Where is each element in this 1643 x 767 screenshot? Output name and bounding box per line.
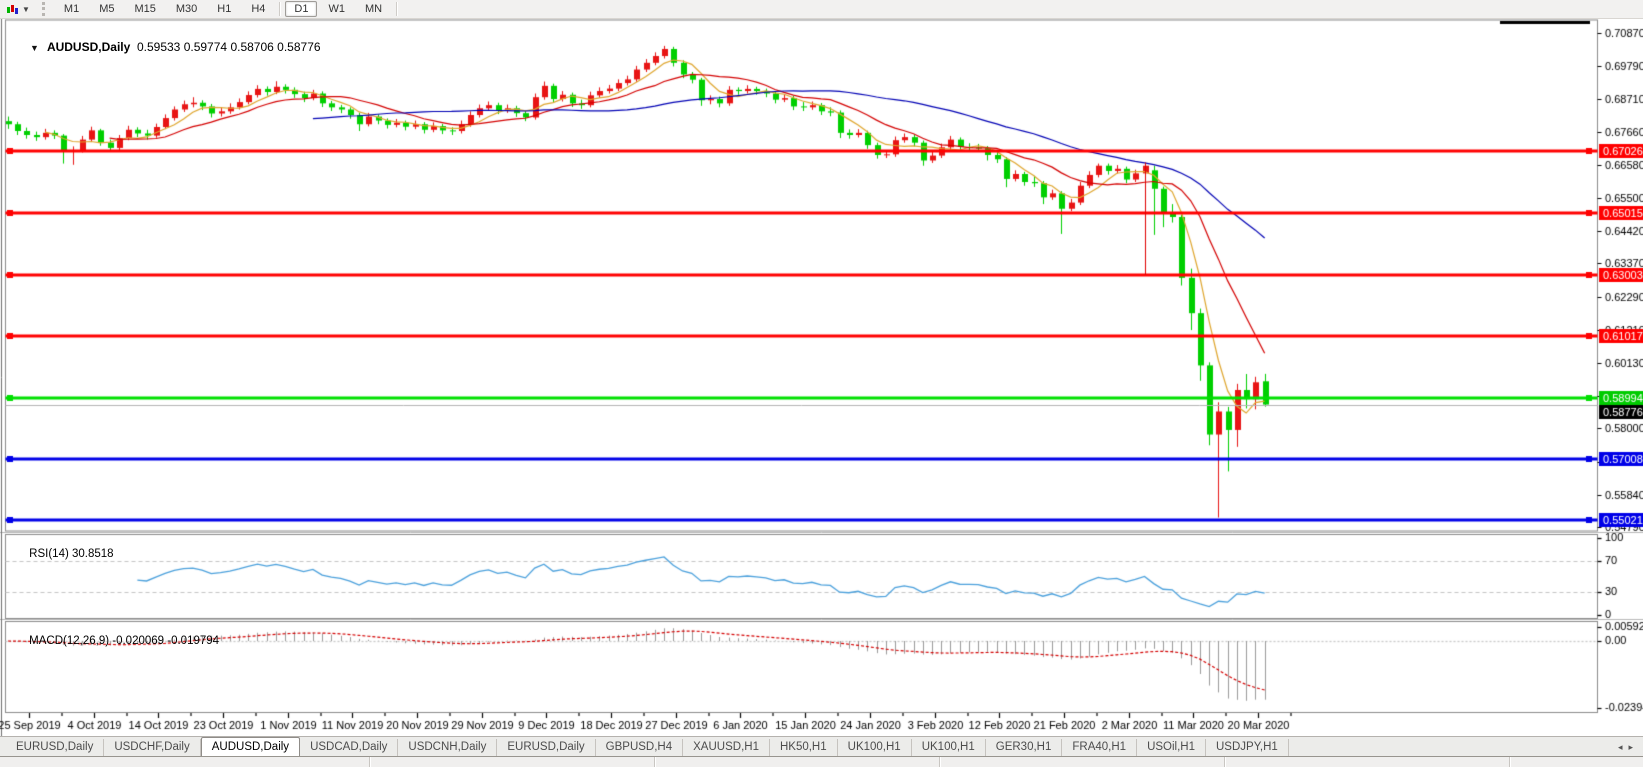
status-cell xyxy=(0,757,370,767)
tab-scroll-left-icon[interactable]: ◂ xyxy=(1618,742,1623,753)
chart-tab-uk100-h1[interactable]: UK100,H1 xyxy=(912,739,986,756)
chart-tab-bar: EURUSD,DailyUSDCHF,DailyAUDUSD,DailyUSDC… xyxy=(0,736,1643,756)
chart-tab-eurusd-daily[interactable]: EURUSD,Daily xyxy=(497,739,595,756)
chart-tab-usdcad-daily[interactable]: USDCAD,Daily xyxy=(300,739,398,756)
chart-tab-usdchf-daily[interactable]: USDCHF,Daily xyxy=(104,739,200,756)
timeframe-button-W1[interactable]: W1 xyxy=(319,1,354,17)
chart-tab-audusd-daily[interactable]: AUDUSD,Daily xyxy=(201,737,300,756)
status-cell xyxy=(1225,757,1510,767)
chart-window: ▼AUDUSD,Daily 0.59533 0.59774 0.58706 0.… xyxy=(0,19,1643,736)
trading-platform-window: ▼ M1M5M15M30H1H4 D1W1MN ▼AUDUSD,Daily 0.5… xyxy=(0,0,1643,767)
timeframe-button-M15[interactable]: M15 xyxy=(125,1,164,17)
toolbar-separator xyxy=(396,2,397,16)
price-chart-canvas[interactable] xyxy=(0,19,1643,736)
toolbar-grip[interactable] xyxy=(42,2,46,16)
timeframe-button-M5[interactable]: M5 xyxy=(90,1,123,17)
timeframe-button-M1[interactable]: M1 xyxy=(55,1,88,17)
status-bar xyxy=(0,756,1643,767)
timeframe-button-M30[interactable]: M30 xyxy=(167,1,206,17)
toolbar-separator xyxy=(279,2,280,16)
chart-tab-gbpusd-h4[interactable]: GBPUSD,H4 xyxy=(596,739,683,756)
timeframe-button-H1[interactable]: H1 xyxy=(208,1,240,17)
chart-tab-xauusd-h1[interactable]: XAUUSD,H1 xyxy=(683,739,770,756)
status-cell xyxy=(370,757,655,767)
timeframe-button-D1[interactable]: D1 xyxy=(285,1,317,17)
timeframe-button-MN[interactable]: MN xyxy=(356,1,391,17)
chevron-down-icon: ▼ xyxy=(22,5,30,14)
chart-type-button[interactable]: ▼ xyxy=(0,0,36,18)
chart-tab-fra40-h1[interactable]: FRA40,H1 xyxy=(1062,739,1137,756)
chart-tab-hk50-h1[interactable]: HK50,H1 xyxy=(770,739,838,756)
chart-tab-eurusd-daily[interactable]: EURUSD,Daily xyxy=(6,739,104,756)
tab-scroll-right-icon[interactable]: ▸ xyxy=(1628,742,1633,753)
timeframe-button-H4[interactable]: H4 xyxy=(242,1,274,17)
chart-tab-usoil-h1[interactable]: USOil,H1 xyxy=(1137,739,1206,756)
chart-tab-uk100-h1[interactable]: UK100,H1 xyxy=(838,739,912,756)
chart-tab-usdcnh-daily[interactable]: USDCNH,Daily xyxy=(398,739,497,756)
chart-tab-usdjpy-h1[interactable]: USDJPY,H1 xyxy=(1206,739,1289,756)
candlestick-chart-icon xyxy=(6,3,20,16)
status-cell xyxy=(655,757,940,767)
chart-tab-ger30-h1[interactable]: GER30,H1 xyxy=(986,739,1063,756)
status-cell xyxy=(940,757,1225,767)
timeframe-toolbar: ▼ M1M5M15M30H1H4 D1W1MN xyxy=(0,0,1643,19)
